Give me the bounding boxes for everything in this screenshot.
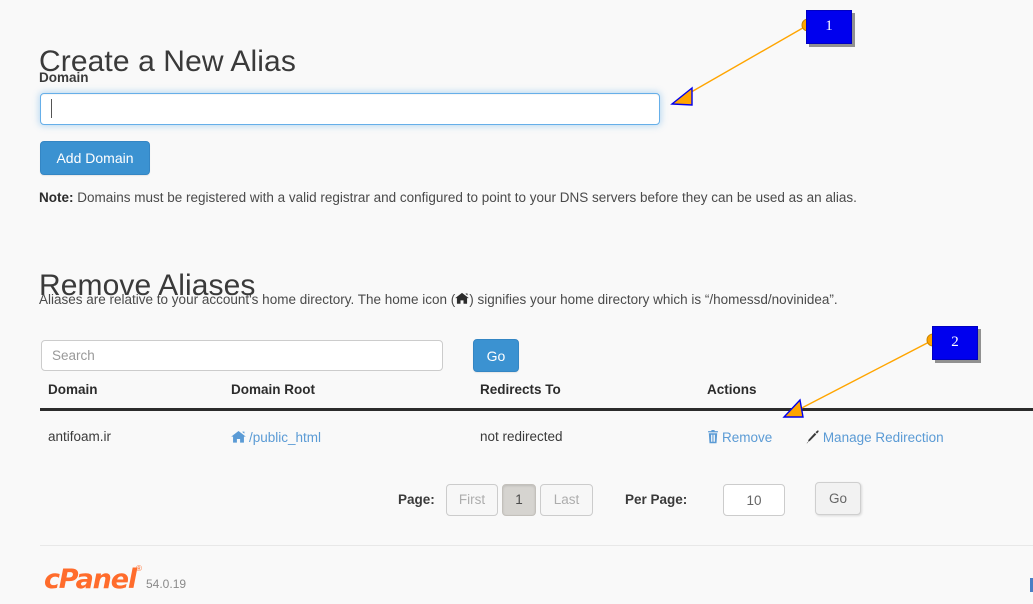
column-header-domain: Domain <box>48 382 98 397</box>
registered-mark: ® <box>136 564 142 573</box>
per-page-input[interactable] <box>723 484 785 516</box>
home-icon <box>455 292 470 308</box>
column-header-redirects-to: Redirects To <box>480 382 561 397</box>
cell-domain: antifoam.ir <box>48 429 112 444</box>
alias-manager-page: Create a New Alias Domain Add Domain Not… <box>0 0 1033 604</box>
search-go-button[interactable]: Go <box>473 339 519 372</box>
page-label: Page: <box>398 492 435 507</box>
description-before: Aliases are relative to your account's h… <box>39 292 456 307</box>
table-header-row: Domain Domain Root Redirects To Actions <box>40 381 1033 411</box>
manage-redirection-link[interactable]: Manage Redirection <box>823 430 944 445</box>
cell-redirects-to: not redirected <box>480 429 563 444</box>
search-input[interactable] <box>41 340 443 371</box>
cell-actions: Remove Manage Redirection <box>707 430 944 447</box>
pagination-current-page-button[interactable]: 1 <box>502 484 536 516</box>
per-page-label: Per Page: <box>625 492 688 507</box>
aliases-table: Domain Domain Root Redirects To Actions … <box>40 381 1033 463</box>
trash-icon <box>707 430 719 447</box>
annotation-callout-1 <box>670 18 815 106</box>
cell-domain-root: /public_html <box>231 430 321 447</box>
pencil-icon <box>806 430 820 447</box>
note-body: Domains must be registered with a valid … <box>73 190 857 205</box>
per-page-go-button[interactable]: Go <box>815 482 861 515</box>
text-cursor <box>51 99 52 118</box>
home-icon <box>231 430 246 447</box>
annotation-badge-2: 2 <box>932 326 978 360</box>
pagination-first-button[interactable]: First <box>446 484 498 516</box>
table-row: antifoam.ir /public_html not redirected … <box>40 411 1033 463</box>
column-header-domain-root: Domain Root <box>231 382 315 397</box>
remove-alias-link[interactable]: Remove <box>722 430 772 445</box>
domain-input[interactable] <box>40 93 660 125</box>
domain-root-link[interactable]: /public_html <box>249 430 321 445</box>
add-domain-button[interactable]: Add Domain <box>40 141 150 175</box>
description-after: ) signifies your home directory which is… <box>469 292 838 307</box>
domain-field-label: Domain <box>39 70 89 85</box>
annotation-badge-1: 1 <box>806 10 852 44</box>
cpanel-version: 54.0.19 <box>146 577 187 591</box>
note-prefix: Note: <box>39 190 74 205</box>
footer-divider <box>40 545 1033 546</box>
pagination-last-button[interactable]: Last <box>540 484 593 516</box>
cpanel-logo: cPanel <box>44 564 137 595</box>
registrar-note: Note: Domains must be registered with a … <box>39 190 857 206</box>
aliases-description: Aliases are relative to your account's h… <box>39 292 838 308</box>
column-header-actions: Actions <box>707 382 757 397</box>
